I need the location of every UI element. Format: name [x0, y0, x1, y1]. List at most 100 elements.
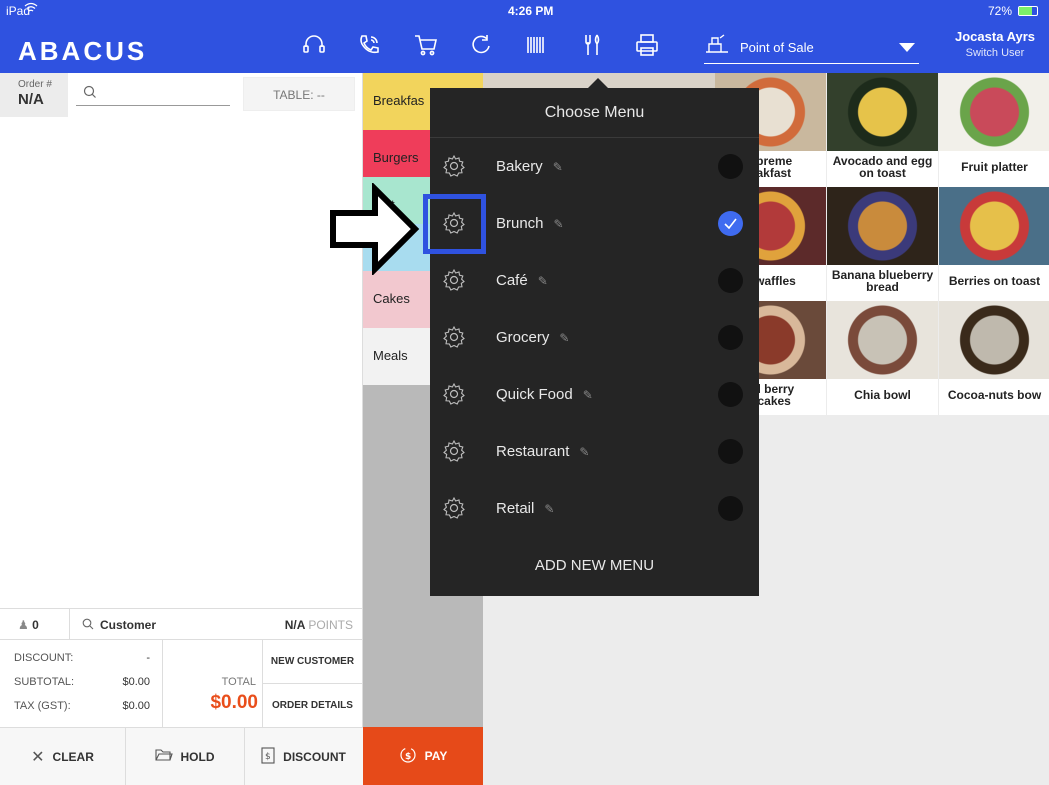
svg-text:$: $	[405, 752, 411, 762]
headset-icon[interactable]	[301, 32, 327, 58]
order-number: Order # N/A	[0, 73, 68, 117]
menu-select-radio[interactable]	[718, 439, 743, 464]
menu-row[interactable]: Quick Food ✎	[430, 366, 759, 423]
menu-row[interactable]: Restaurant ✎	[430, 423, 759, 480]
refresh-icon[interactable]	[468, 32, 494, 58]
menu-select-radio[interactable]	[718, 382, 743, 407]
menu-name-label: Grocery ✎	[496, 329, 569, 346]
pencil-icon[interactable]: ✎	[583, 388, 593, 402]
tax-value: $0.00	[122, 700, 150, 712]
total-value: $0.00	[210, 692, 258, 713]
menu-name-label: Retail ✎	[496, 500, 554, 517]
printer-icon[interactable]	[634, 32, 660, 58]
clear-button[interactable]: ✕ CLEAR	[0, 728, 125, 785]
menu-select-radio[interactable]	[718, 268, 743, 293]
status-time: 4:26 PM	[508, 4, 554, 18]
menu-row[interactable]: Bakery ✎	[430, 138, 759, 195]
menu-row[interactable]: Café ✎	[430, 252, 759, 309]
pencil-icon[interactable]: ✎	[538, 274, 548, 288]
menu-name: Quick Food	[496, 386, 573, 403]
points-label: POINTS	[308, 618, 353, 632]
gear-icon[interactable]	[442, 439, 466, 463]
gear-icon[interactable]	[442, 325, 466, 349]
phone-icon[interactable]	[356, 32, 382, 58]
order-totals: DISCOUNT: - SUBTOTAL: $0.00 TAX (GST): $…	[0, 640, 363, 727]
pencil-icon[interactable]: ✎	[544, 502, 554, 516]
menu-name: Bakery	[496, 158, 543, 175]
popover-arrow	[588, 78, 608, 88]
product-tile[interactable]: Cocoa-nuts bow	[939, 301, 1049, 415]
utensils-icon[interactable]	[580, 32, 606, 58]
product-tile[interactable]: Banana blueberry bread	[827, 187, 938, 301]
product-image	[827, 187, 938, 265]
pencil-icon[interactable]: ✎	[553, 160, 563, 174]
product-name: Fruit platter	[961, 160, 1028, 174]
gear-icon[interactable]	[442, 382, 466, 406]
customer-search-icon	[82, 618, 94, 633]
menu-select-radio[interactable]	[718, 325, 743, 350]
product-name: Banana blueberry bread	[831, 268, 934, 294]
gear-icon[interactable]	[442, 154, 466, 178]
subtotal-label: SUBTOTAL:	[14, 676, 75, 688]
person-icon: ♟	[18, 618, 29, 632]
svg-text:$: $	[265, 752, 271, 762]
mode-select[interactable]: Point of Sale	[704, 30, 919, 64]
app-screen: iPad 4:26 PM 72% ABACUS Point of Sale Jo…	[0, 0, 1049, 785]
add-new-menu-button[interactable]: ADD NEW MENU	[430, 546, 759, 586]
order-details-button[interactable]: ORDER DETAILS	[262, 684, 363, 727]
category-label: Meals	[373, 348, 408, 363]
pay-button[interactable]: $ PAY	[363, 727, 483, 785]
pencil-icon[interactable]: ✎	[579, 445, 589, 459]
menu-select-radio[interactable]	[718, 496, 743, 521]
menu-name-label: Brunch ✎	[496, 215, 564, 232]
menu-select-radio[interactable]	[718, 211, 743, 236]
product-image	[827, 73, 938, 151]
clear-label: CLEAR	[52, 750, 94, 764]
menu-name-label: Restaurant ✎	[496, 443, 589, 460]
customer-search-field[interactable]: Customer	[100, 618, 156, 632]
discount-button[interactable]: $ DISCOUNT	[244, 728, 363, 785]
menu-select-radio[interactable]	[718, 154, 743, 179]
category-label: Cakes	[373, 291, 410, 306]
customer-points: N/A POINTS	[285, 618, 353, 632]
battery-percent: 72%	[988, 4, 1013, 18]
app-logo: ABACUS	[18, 36, 148, 66]
product-name: Chia bowl	[854, 388, 911, 402]
menu-name-label: Quick Food ✎	[496, 386, 593, 403]
pencil-icon[interactable]: ✎	[554, 217, 564, 231]
gear-icon[interactable]	[442, 268, 466, 292]
guest-count[interactable]: ♟ 0	[18, 618, 39, 632]
product-tile[interactable]: Berries on toast	[939, 187, 1049, 301]
category-label: Burgers	[373, 150, 419, 165]
table-selector[interactable]: TABLE: --	[243, 77, 355, 111]
new-customer-button[interactable]: NEW CUSTOMER	[262, 640, 363, 683]
user-switcher[interactable]: Jocasta Ayrs Switch User	[955, 29, 1035, 59]
pos-terminal-icon	[704, 32, 730, 56]
menu-name: Retail	[496, 500, 535, 517]
choose-menu-popover: Choose Menu Bakery ✎ Brunch ✎ Café ✎ Grocery ✎ Q…	[430, 88, 759, 596]
menu-name: Restaurant	[496, 443, 570, 460]
cart-icon[interactable]	[413, 32, 439, 58]
category-label: Breakfas	[373, 93, 425, 108]
product-tile[interactable]: Avocado and egg on toast	[827, 73, 938, 187]
customer-row: ♟ 0 Customer N/A POINTS	[0, 608, 363, 640]
pencil-icon[interactable]: ✎	[559, 331, 569, 345]
hold-label: HOLD	[180, 750, 215, 764]
barcode-icon[interactable]	[523, 32, 549, 58]
menu-row[interactable]: Grocery ✎	[430, 309, 759, 366]
product-tile[interactable]: Fruit platter	[939, 73, 1049, 187]
menu-row[interactable]: Retail ✎	[430, 480, 759, 537]
close-icon: ✕	[31, 749, 45, 766]
order-search-input[interactable]	[76, 105, 230, 106]
hold-button[interactable]: HOLD	[125, 728, 244, 785]
gear-icon[interactable]	[442, 496, 466, 520]
wifi-icon	[24, 2, 38, 17]
battery-icon	[1018, 6, 1038, 16]
product-tile[interactable]: Chia bowl	[827, 301, 938, 415]
app-header: iPad 4:26 PM 72% ABACUS Point of Sale Jo…	[0, 0, 1049, 73]
switch-user-link[interactable]: Switch User	[955, 47, 1035, 59]
order-panel: Order # N/A TABLE: -- ♟ 0 Customer N/A P…	[0, 73, 363, 785]
mode-select-value: Point of Sale	[740, 40, 814, 55]
search-icon[interactable]	[83, 85, 97, 99]
folder-icon	[154, 748, 173, 767]
